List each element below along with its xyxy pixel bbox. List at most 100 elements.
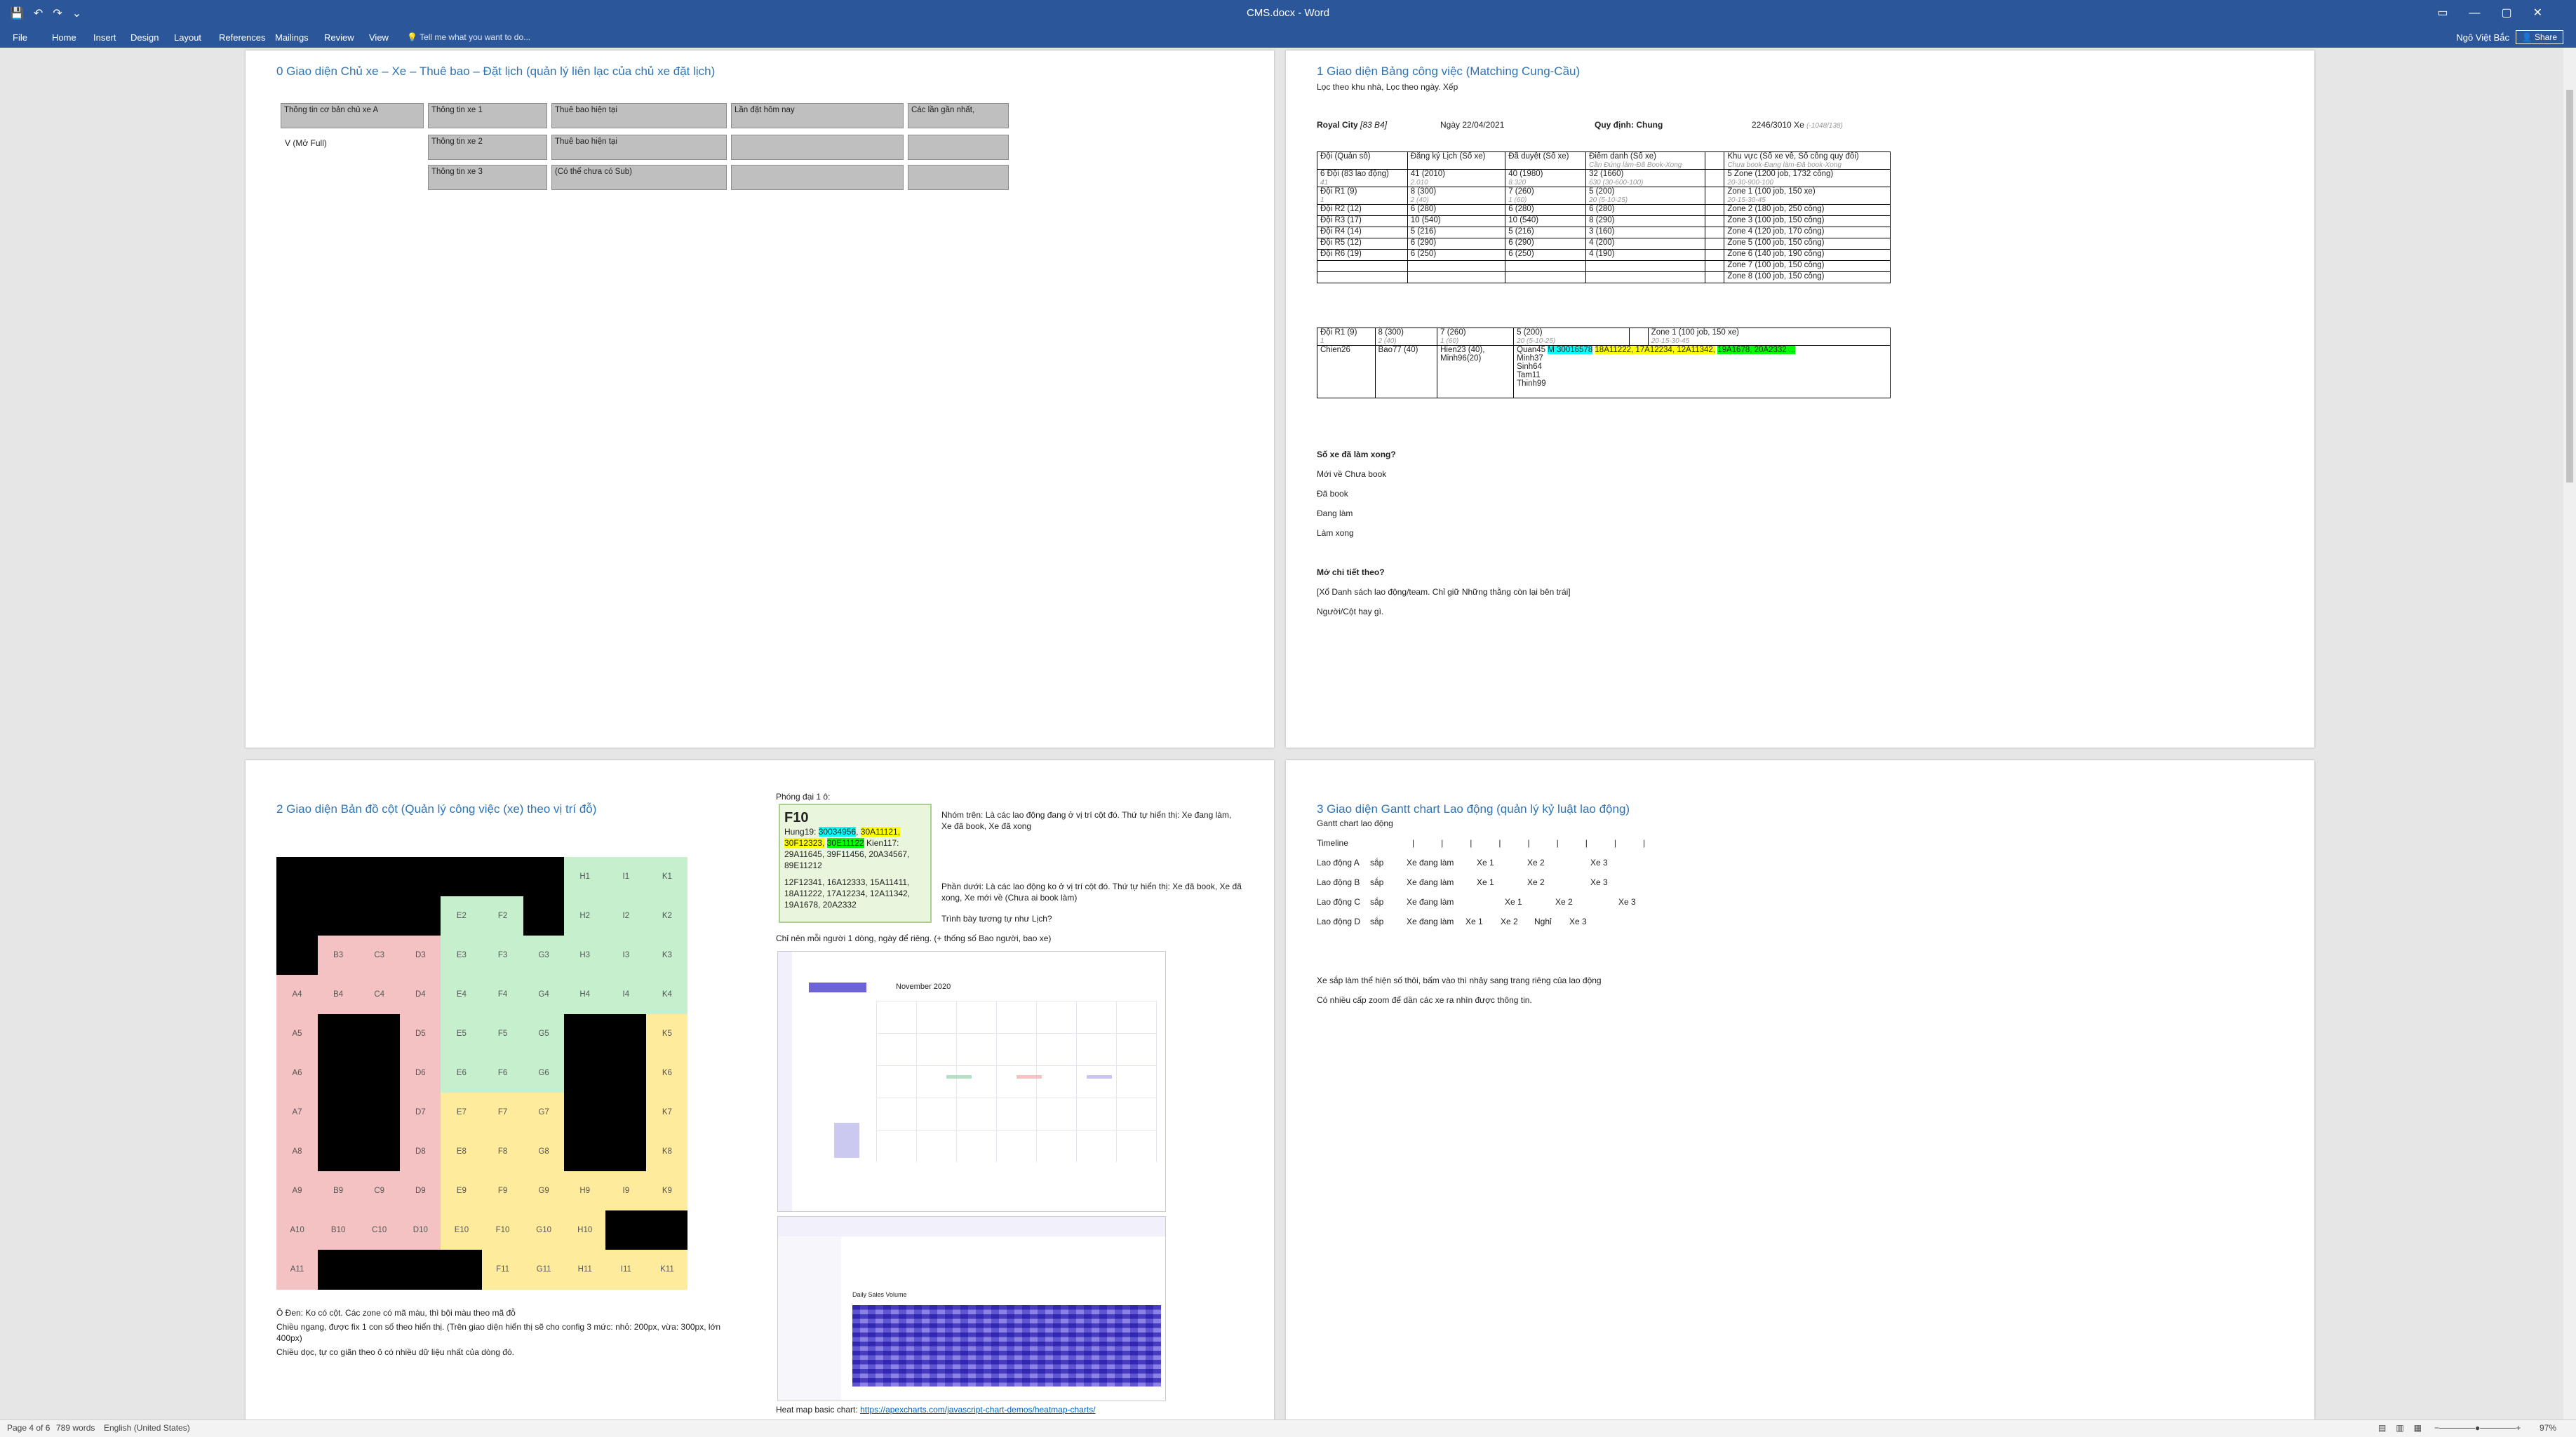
- sub3-box[interactable]: (Có thể chưa có Sub): [551, 165, 727, 190]
- parking-cell[interactable]: K3: [646, 936, 688, 976]
- parking-cell[interactable]: I1: [605, 857, 647, 897]
- parking-cell[interactable]: D7: [399, 1093, 441, 1133]
- parking-cell[interactable]: C9: [358, 1171, 401, 1211]
- parking-cell[interactable]: H1: [564, 857, 606, 897]
- parking-cell[interactable]: [441, 1250, 483, 1290]
- parking-cell[interactable]: K7: [646, 1093, 688, 1133]
- parking-cell[interactable]: H11: [564, 1250, 606, 1290]
- parking-cell[interactable]: [441, 857, 483, 897]
- parking-cell[interactable]: F2: [482, 896, 524, 936]
- parking-cell[interactable]: [605, 1014, 647, 1054]
- table-row[interactable]: Đội R1 (9) 1 8 (300) 2 (40) 7 (260) 1 (60) …: [1317, 187, 1891, 205]
- parking-cell[interactable]: F5: [482, 1014, 524, 1054]
- table-row[interactable]: Zone 8 (100 job, 150 công): [1317, 271, 1891, 283]
- status-page[interactable]: Page 4 of 6: [7, 1423, 50, 1433]
- tab-insert[interactable]: Insert: [93, 32, 116, 43]
- sub1-box[interactable]: Thuê bao hiện tại: [551, 103, 727, 128]
- parking-cell[interactable]: [276, 896, 318, 936]
- parking-cell[interactable]: H2: [564, 896, 606, 936]
- status-zoom[interactable]: 97%: [2540, 1423, 2556, 1433]
- parking-cell[interactable]: F6: [482, 1053, 524, 1093]
- table-row[interactable]: Chien26 Bao77 (40) Hien23 (40), Minh96(2…: [1317, 345, 1891, 398]
- parking-cell[interactable]: A6: [276, 1053, 318, 1093]
- tab-review[interactable]: Review: [324, 32, 354, 43]
- parking-cell[interactable]: I3: [605, 936, 647, 976]
- parking-cell[interactable]: [358, 1250, 401, 1290]
- parking-cell[interactable]: D3: [399, 936, 441, 976]
- parking-cell[interactable]: [564, 1014, 606, 1054]
- gantt-bar[interactable]: Xe đang làm: [1407, 877, 1454, 888]
- parking-cell[interactable]: D9: [399, 1171, 441, 1211]
- parking-cell[interactable]: [358, 1093, 401, 1133]
- parking-cell[interactable]: K8: [646, 1132, 688, 1172]
- parking-cell[interactable]: K9: [646, 1171, 688, 1211]
- calendar-new-button[interactable]: [809, 983, 866, 992]
- parking-cell[interactable]: G11: [523, 1250, 565, 1290]
- table-row[interactable]: Đội R2 (12) 6 (280) 6 (280) 6 (280) Zone 2 (…: [1317, 204, 1891, 216]
- parking-cell[interactable]: F9: [482, 1171, 524, 1211]
- parking-cell[interactable]: [358, 1132, 401, 1172]
- tab-view[interactable]: View: [369, 32, 389, 43]
- parking-cell[interactable]: [358, 896, 401, 936]
- parking-cell[interactable]: [317, 1053, 359, 1093]
- gantt-bar[interactable]: Xe 1: [1505, 896, 1522, 908]
- parking-cell[interactable]: I4: [605, 975, 647, 1015]
- parking-cell[interactable]: A5: [276, 1014, 318, 1054]
- parking-cell[interactable]: [646, 1210, 688, 1250]
- calendar-event[interactable]: [946, 1075, 972, 1079]
- table-row[interactable]: Zone 7 (100 job, 150 công): [1317, 260, 1891, 272]
- f10-zoom-cell[interactable]: F10 Hung19: 30034956, 30A11121, 30F12323…: [779, 804, 932, 923]
- parking-cell[interactable]: [317, 1250, 359, 1290]
- gantt-bar[interactable]: Xe 1: [1477, 857, 1494, 868]
- parking-cell[interactable]: F7: [482, 1093, 524, 1133]
- parking-cell[interactable]: [605, 1053, 647, 1093]
- table-row[interactable]: 6 Đội (83 lao động) 41 41 (2010) 2.010 40 …: [1317, 169, 1891, 187]
- share-button[interactable]: 👤 Share: [2515, 30, 2563, 44]
- parking-cell[interactable]: D6: [399, 1053, 441, 1093]
- recent3-box[interactable]: [908, 165, 1009, 190]
- parking-cell[interactable]: F4: [482, 975, 524, 1015]
- booking2-box[interactable]: [731, 135, 904, 160]
- table-row[interactable]: Đội R6 (19) 6 (250) 6 (250) 4 (190) Zone 6 (…: [1317, 249, 1891, 261]
- table-row[interactable]: Đội R3 (17) 10 (540) 10 (540) 8 (290) Zone 3…: [1317, 215, 1891, 227]
- parking-cell[interactable]: E6: [441, 1053, 483, 1093]
- tab-references[interactable]: References: [219, 32, 265, 43]
- parking-cell[interactable]: E7: [441, 1093, 483, 1133]
- parking-cell[interactable]: E9: [441, 1171, 483, 1211]
- parking-cell[interactable]: B3: [317, 936, 359, 976]
- gantt-bar[interactable]: Xe 3: [1590, 877, 1608, 888]
- parking-cell[interactable]: B10: [317, 1210, 359, 1250]
- parking-cell[interactable]: K5: [646, 1014, 688, 1054]
- heatmap-link[interactable]: https://apexcharts.com/javascript-chart-…: [860, 1405, 1095, 1415]
- parking-cell[interactable]: F8: [482, 1132, 524, 1172]
- parking-cell[interactable]: A4: [276, 975, 318, 1015]
- parking-cell[interactable]: G7: [523, 1093, 565, 1133]
- parking-cell[interactable]: K2: [646, 896, 688, 936]
- parking-cell[interactable]: K4: [646, 975, 688, 1015]
- parking-cell[interactable]: [523, 857, 565, 897]
- parking-cell[interactable]: [317, 857, 359, 897]
- gantt-bar[interactable]: Xe 2: [1527, 877, 1545, 888]
- parking-cell[interactable]: C10: [358, 1210, 401, 1250]
- parking-cell[interactable]: H10: [564, 1210, 606, 1250]
- gantt-bar[interactable]: sắp: [1370, 916, 1383, 927]
- window-controls[interactable]: ▭—▢✕: [2437, 6, 2563, 20]
- parking-cell[interactable]: K6: [646, 1053, 688, 1093]
- car1-box[interactable]: Thông tin xe 1: [428, 103, 547, 128]
- parking-cell[interactable]: B4: [317, 975, 359, 1015]
- vertical-scrollbar[interactable]: [2563, 48, 2576, 1419]
- recent-box[interactable]: Các lần gần nhất,: [908, 103, 1009, 128]
- tab-home[interactable]: Home: [52, 32, 76, 43]
- parking-cell[interactable]: D8: [399, 1132, 441, 1172]
- calendar-event[interactable]: [1017, 1075, 1042, 1079]
- parking-cell[interactable]: G3: [523, 936, 565, 976]
- parking-cell[interactable]: [358, 857, 401, 897]
- gantt-bar[interactable]: Xe 3: [1618, 896, 1636, 908]
- parking-cell[interactable]: D5: [399, 1014, 441, 1054]
- parking-cell[interactable]: [399, 896, 441, 936]
- tell-me-search[interactable]: 💡 Tell me what you want to do...: [407, 32, 530, 42]
- parking-cell[interactable]: E2: [441, 896, 483, 936]
- parking-cell[interactable]: G5: [523, 1014, 565, 1054]
- parking-cell[interactable]: [317, 1132, 359, 1172]
- gantt-bar[interactable]: Xe 1: [1477, 877, 1494, 888]
